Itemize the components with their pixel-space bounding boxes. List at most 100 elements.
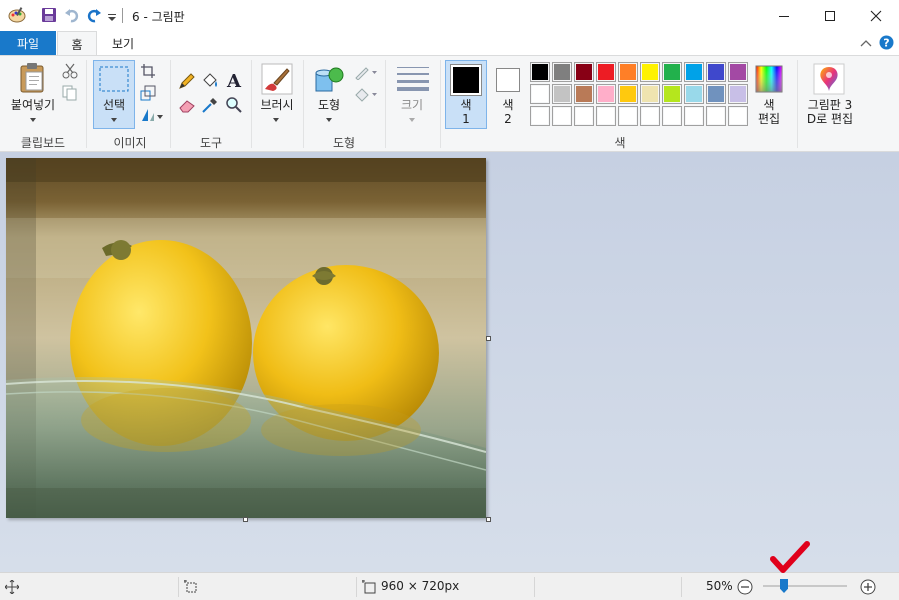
palette-swatch-color — [576, 108, 592, 124]
palette-swatch[interactable] — [530, 106, 550, 126]
save-icon[interactable] — [41, 7, 59, 25]
palette-swatch[interactable] — [728, 62, 748, 82]
edit-colors-button[interactable]: 색 편집 — [748, 98, 790, 126]
maximize-icon[interactable] — [807, 0, 853, 31]
help-icon[interactable]: ? — [879, 35, 894, 53]
crop-icon[interactable] — [140, 63, 158, 81]
edit-with-paint3d-button[interactable]: 그림판 3 D로 편집 — [800, 98, 860, 126]
palette-swatch[interactable] — [552, 62, 572, 82]
palette-swatch[interactable] — [530, 62, 550, 82]
resize-handle-right[interactable] — [486, 336, 491, 341]
brushes-dropdown-icon[interactable] — [273, 118, 279, 122]
palette-swatch[interactable] — [574, 106, 594, 126]
resize-icon[interactable] — [140, 85, 158, 103]
palette-swatch[interactable] — [618, 106, 638, 126]
color2-label[interactable]: 색 2 — [487, 98, 529, 126]
resize-handle-corner[interactable] — [486, 517, 491, 522]
select-icon — [98, 65, 130, 93]
cut-icon[interactable] — [62, 63, 80, 81]
edit-colors-icon[interactable] — [755, 65, 783, 93]
zoom-slider-track[interactable] — [763, 585, 847, 587]
magnifier-icon[interactable] — [225, 96, 243, 114]
palette-swatch[interactable] — [640, 106, 660, 126]
tab-file[interactable]: 파일 — [0, 31, 56, 55]
palette-swatch-color — [554, 64, 570, 80]
palette-swatch-color — [554, 86, 570, 102]
palette-swatch-color — [532, 64, 548, 80]
brushes-button[interactable]: 브러시 — [252, 98, 302, 112]
palette-swatch[interactable] — [706, 84, 726, 104]
paste-dropdown-icon[interactable] — [30, 118, 36, 122]
lemons-photo — [6, 158, 486, 518]
undo-icon[interactable] — [64, 7, 82, 25]
shapes-dropdown-icon[interactable] — [326, 118, 332, 122]
palette-swatch[interactable] — [596, 62, 616, 82]
palette-swatch[interactable] — [706, 62, 726, 82]
zoom-slider-thumb[interactable] — [780, 579, 788, 593]
palette-swatch[interactable] — [596, 84, 616, 104]
palette-swatch[interactable] — [706, 106, 726, 126]
palette-swatch-color — [642, 64, 658, 80]
minimize-icon[interactable] — [761, 0, 807, 31]
paint-app-icon[interactable] — [8, 7, 26, 23]
palette-swatch[interactable] — [618, 62, 638, 82]
zoom-in-icon[interactable] — [860, 579, 876, 598]
palette-swatch[interactable] — [596, 106, 616, 126]
palette-swatch[interactable] — [530, 84, 550, 104]
shape-fill-icon[interactable] — [354, 86, 378, 104]
palette-swatch[interactable] — [684, 62, 704, 82]
tab-home[interactable]: 홈 — [57, 31, 97, 56]
image-dimensions: 960 × 720px — [381, 579, 460, 593]
palette-swatch[interactable] — [552, 106, 572, 126]
paint3d-icon[interactable] — [813, 63, 845, 95]
color2-frame[interactable] — [496, 68, 520, 92]
palette-swatch-color — [620, 108, 636, 124]
palette-swatch[interactable] — [574, 84, 594, 104]
redo-icon[interactable] — [86, 7, 104, 25]
palette-swatch[interactable] — [574, 62, 594, 82]
paste-icon[interactable] — [17, 62, 49, 94]
tools-group-label: 도구 — [199, 136, 223, 150]
palette-swatch[interactable] — [728, 106, 748, 126]
palette-swatch-color — [708, 108, 724, 124]
group-divider — [86, 60, 87, 148]
close-icon[interactable] — [853, 0, 899, 31]
palette-swatch-color — [664, 108, 680, 124]
palette-swatch[interactable] — [684, 84, 704, 104]
zoom-out-icon[interactable] — [737, 579, 753, 598]
svg-text:A: A — [226, 71, 242, 90]
size-button[interactable]: 크기 — [386, 98, 438, 112]
resize-handle-bottom[interactable] — [243, 517, 248, 522]
palette-swatch[interactable] — [640, 84, 660, 104]
copy-icon[interactable] — [62, 85, 80, 103]
pencil-icon[interactable] — [178, 72, 196, 90]
eraser-icon[interactable] — [178, 96, 196, 114]
tab-view[interactable]: 보기 — [100, 31, 146, 55]
shapes-button[interactable]: 도형 — [304, 98, 354, 112]
palette-swatch[interactable] — [662, 84, 682, 104]
rotate-icon[interactable] — [140, 107, 164, 125]
palette-swatch[interactable] — [618, 84, 638, 104]
shapes-icon[interactable] — [313, 63, 345, 95]
paste-button[interactable]: 붙여넣기 — [5, 98, 61, 112]
palette-swatch[interactable] — [662, 62, 682, 82]
color-picker-icon[interactable] — [201, 96, 219, 114]
palette-swatch[interactable] — [552, 84, 572, 104]
palette-swatch[interactable] — [662, 106, 682, 126]
size-dropdown-icon[interactable] — [409, 118, 415, 122]
ribbon: 붙여넣기 클립보드 선택 이미지 A 도구 브러시 도형 도형 크기 색 1 색… — [0, 55, 899, 152]
canvas[interactable] — [6, 158, 486, 518]
brush-icon[interactable] — [261, 63, 293, 95]
customize-quick-access-icon[interactable] — [106, 7, 118, 25]
palette-swatch[interactable] — [684, 106, 704, 126]
palette-swatch-color — [664, 86, 680, 102]
fill-icon[interactable] — [201, 72, 219, 90]
group-divider — [797, 60, 798, 148]
palette-swatch[interactable] — [728, 84, 748, 104]
outline-icon[interactable] — [354, 64, 378, 82]
collapse-ribbon-icon[interactable] — [860, 37, 872, 51]
text-icon[interactable]: A — [225, 70, 243, 92]
palette-swatch[interactable] — [640, 62, 660, 82]
size-icon[interactable] — [396, 66, 430, 92]
palette-swatch-color — [598, 86, 614, 102]
